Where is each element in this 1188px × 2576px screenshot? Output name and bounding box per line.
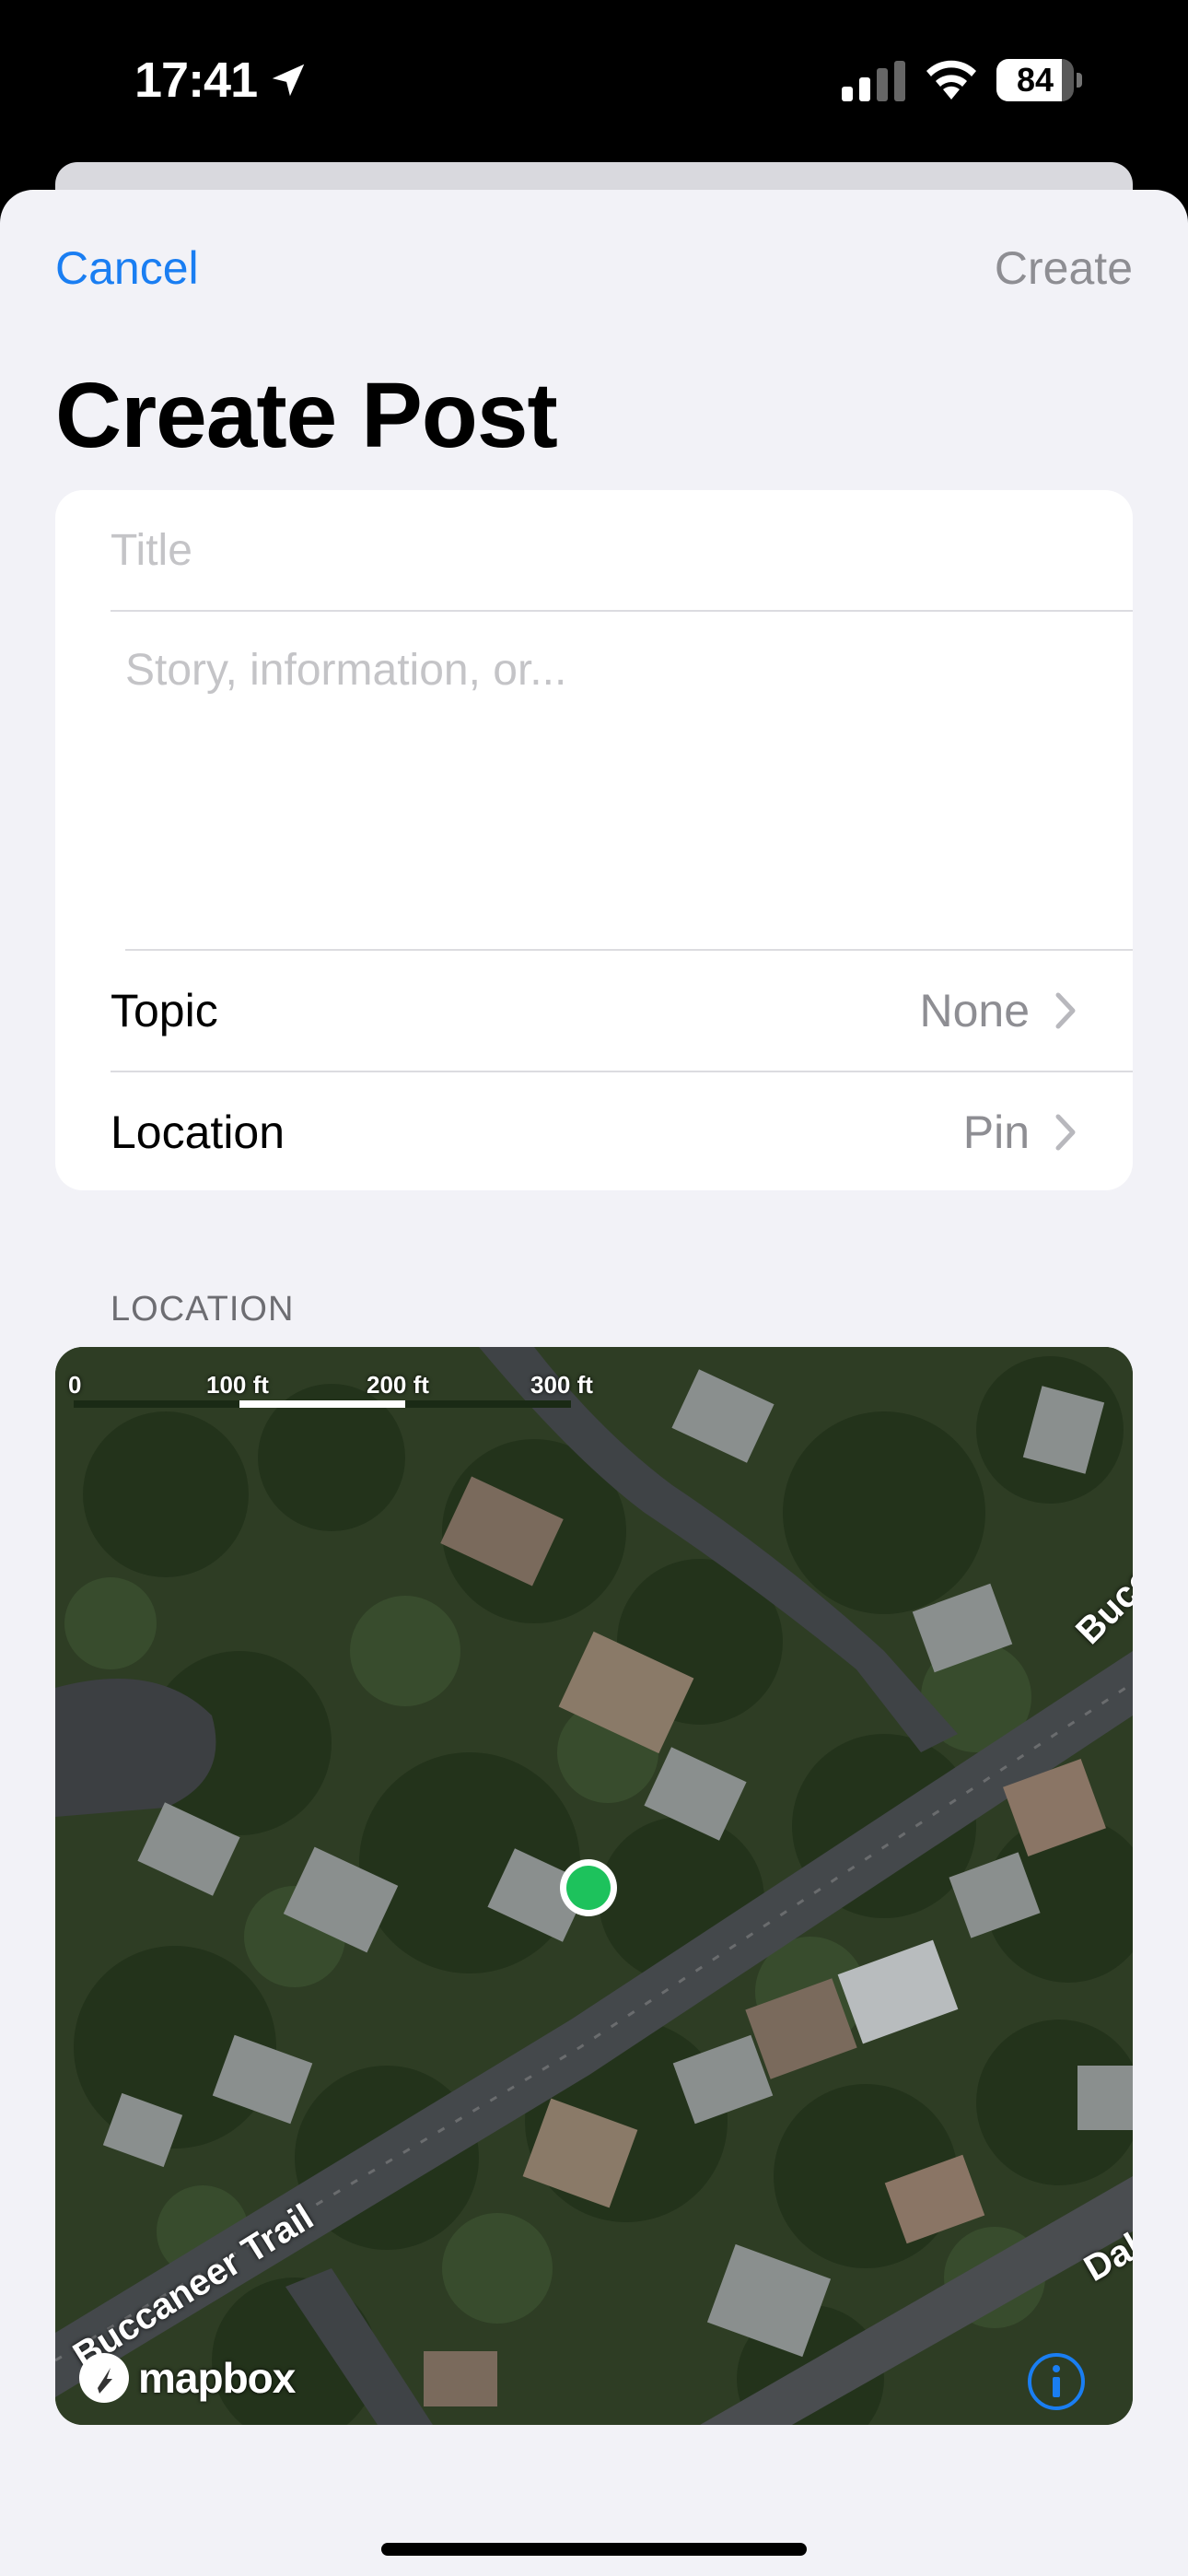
title-input[interactable]	[111, 490, 1133, 610]
location-arrow-icon	[272, 64, 305, 97]
topic-value: None	[919, 985, 1030, 1036]
location-pin[interactable]	[558, 1857, 619, 1918]
scale-label-200: 200 ft	[367, 1371, 429, 1399]
home-indicator	[381, 2543, 807, 2556]
create-button[interactable]: Create	[995, 241, 1133, 295]
wifi-icon	[926, 60, 976, 100]
topic-label: Topic	[111, 985, 218, 1036]
topic-row[interactable]: Topic None	[55, 951, 1133, 1071]
scale-label-300: 300 ft	[530, 1371, 593, 1399]
mapbox-attribution: mapbox	[138, 2354, 296, 2402]
battery-percent: 84	[1016, 61, 1054, 99]
chevron-right-icon	[1055, 1114, 1076, 1151]
status-time: 17:41	[134, 53, 258, 108]
status-bar: 17:41 84	[0, 0, 1188, 162]
create-post-sheet: Cancel Create Create Post Topic None Loc…	[0, 190, 1188, 2576]
location-label: Location	[111, 1107, 285, 1158]
location-map[interactable]: 0 100 ft 200 ft 300 ft Bucca Buccaneer T…	[55, 1347, 1133, 2425]
story-textarea[interactable]	[125, 645, 1111, 949]
cellular-signal-icon	[842, 61, 905, 101]
map-scale-bar	[74, 1400, 571, 1408]
battery-cap	[1077, 73, 1082, 88]
cancel-button[interactable]: Cancel	[55, 241, 199, 295]
info-icon[interactable]	[1026, 2351, 1087, 2412]
page-title: Create Post	[55, 364, 558, 467]
mapbox-logo-icon	[79, 2353, 129, 2403]
location-value: Pin	[962, 1107, 1030, 1158]
chevron-right-icon	[1055, 992, 1076, 1029]
scale-label-0: 0	[68, 1371, 82, 1399]
battery-icon: 84	[996, 59, 1083, 101]
post-form-card: Topic None Location Pin	[55, 490, 1133, 1190]
scale-label-100: 100 ft	[206, 1371, 269, 1399]
location-row[interactable]: Location Pin	[55, 1072, 1133, 1190]
battery-body: 84	[996, 59, 1074, 101]
location-section-header: LOCATION	[111, 1290, 295, 1329]
title-divider	[111, 610, 1133, 612]
